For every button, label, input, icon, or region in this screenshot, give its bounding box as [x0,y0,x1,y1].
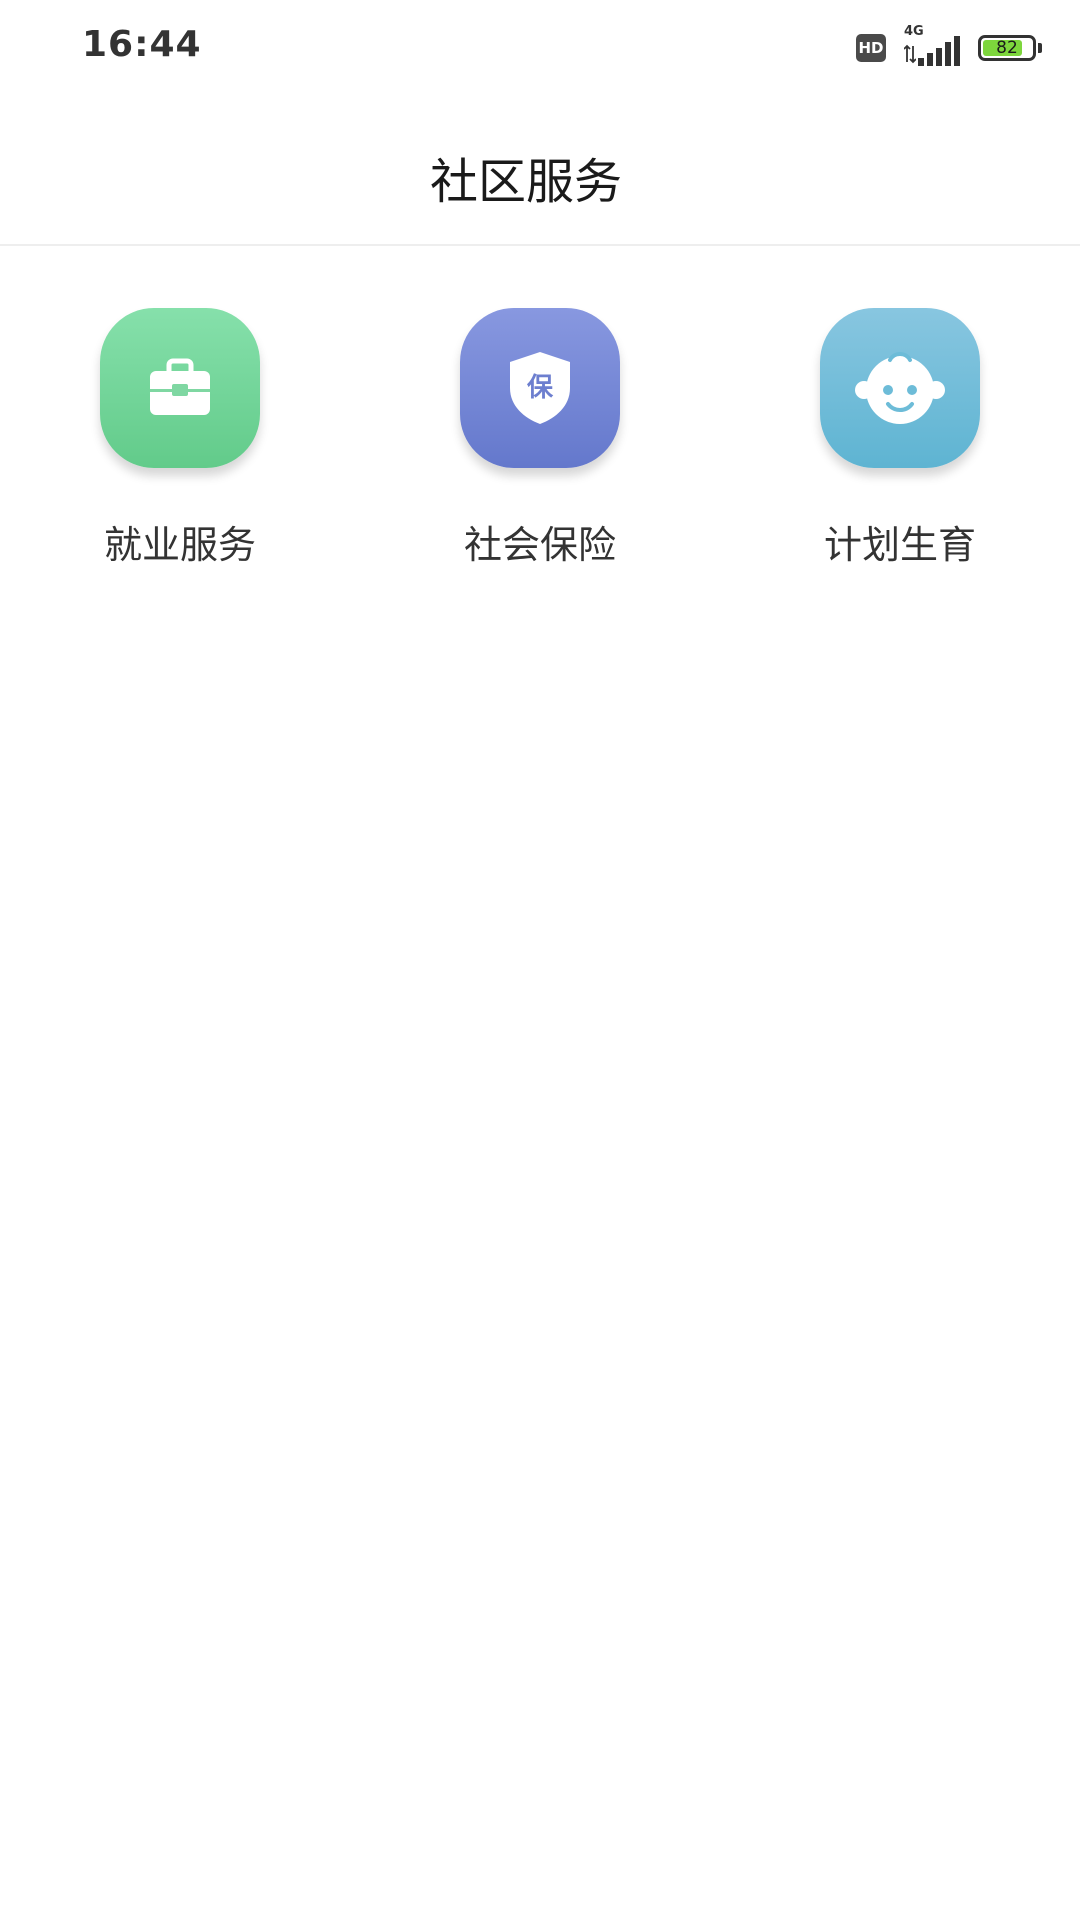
shield-icon-text: 保 [526,373,554,403]
service-label: 社会保险 [463,523,616,567]
battery-level: 82 [996,38,1018,58]
status-icons: HD 4G 82 [856,24,1042,68]
battery-icon: 82 [978,35,1036,61]
service-grid: 就业服务 保 社会保险 计划生育 [0,308,1080,568]
service-label: 就业服务 [103,523,256,567]
status-time: 16:44 [82,24,202,65]
baby-face-icon [855,352,945,424]
social-insurance-icon-tile: 保 [460,308,620,468]
title-bar: 社区服务 [0,96,1080,246]
service-item-employment[interactable]: 就业服务 [60,308,300,568]
service-item-family-planning[interactable]: 计划生育 [780,308,1020,568]
signal-bars-icon [918,36,960,66]
data-arrows-icon [904,44,916,64]
screen: 16:44 HD 4G 82 社区服务 就业服务 保 社会保险 计划生育 [0,0,1080,1920]
family-planning-icon-tile [820,308,980,468]
battery-cap [1038,43,1042,53]
mobile-network-icon: 4G [902,24,962,68]
hd-label: HD [858,39,884,57]
shield-icon: 保 [510,352,570,424]
page-title: 社区服务 [429,154,622,210]
employment-icon-tile [100,308,260,468]
service-label: 计划生育 [823,523,976,567]
status-bar: 16:44 HD 4G 82 [0,0,1080,96]
briefcase-icon [150,358,210,415]
service-item-social-insurance[interactable]: 保 社会保险 [420,308,660,568]
hd-icon: HD [856,34,886,62]
